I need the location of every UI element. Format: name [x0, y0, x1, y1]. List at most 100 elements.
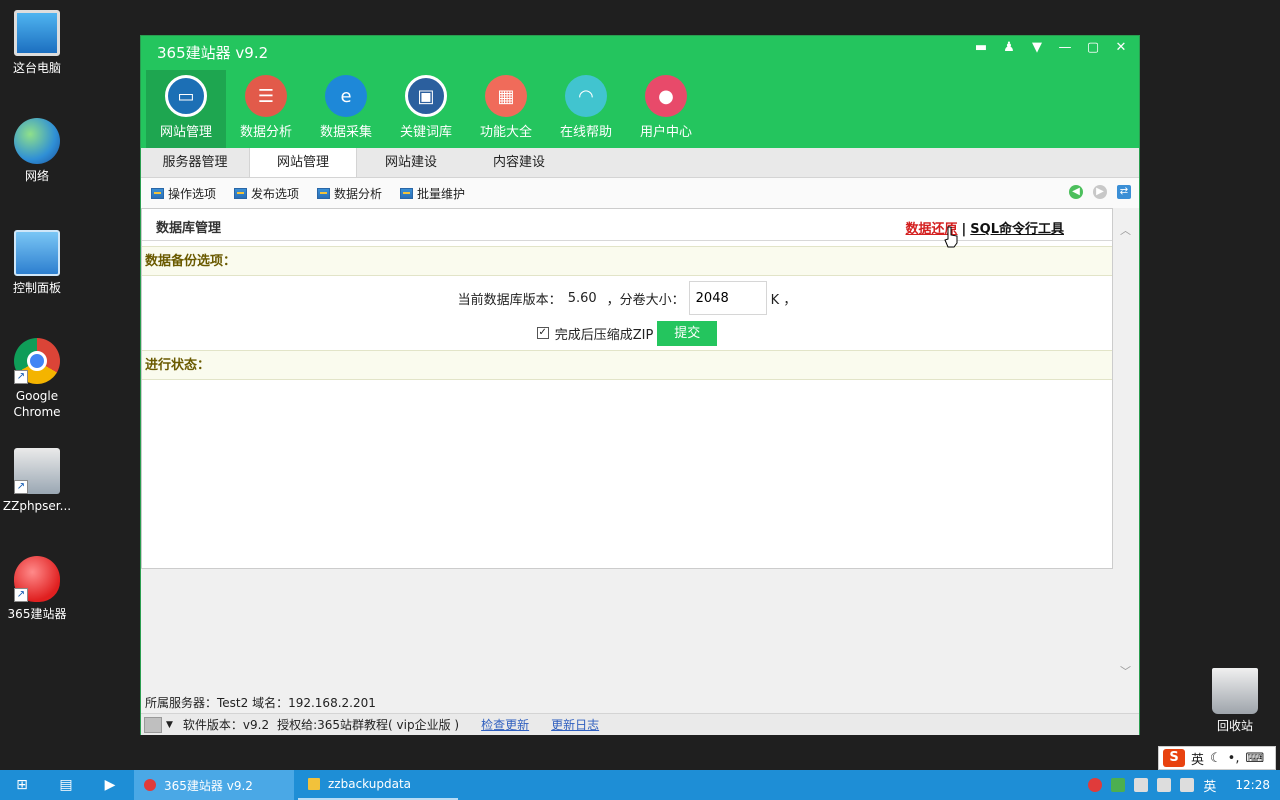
close-icon[interactable]: ✕: [1113, 40, 1129, 55]
toolbar-data-analysis[interactable]: 数据分析: [317, 185, 382, 202]
file-explorer-taskbar-icon[interactable]: ▤: [44, 770, 88, 800]
moon-icon[interactable]: ☾: [1210, 751, 1222, 766]
menu-icon[interactable]: ▼: [1029, 40, 1045, 55]
taskbar-app-365[interactable]: 365建站器 v9.2: [134, 770, 294, 800]
settings-gear-icon[interactable]: [144, 716, 162, 733]
zzphpserver-icon: ↗: [14, 448, 60, 494]
volume-unit: K ，: [770, 292, 797, 308]
network-tray-icon[interactable]: [1157, 778, 1172, 792]
scroll-up-icon[interactable]: ︿: [1120, 222, 1131, 238]
chrome-icon: ↗: [14, 338, 60, 384]
nav-item-user-center[interactable]: ● 用户中心: [626, 70, 706, 148]
desktop-icon-chrome[interactable]: ↗ Google Chrome: [2, 338, 72, 420]
nav-label: 在线帮助: [559, 125, 612, 140]
speaker-muted-icon[interactable]: [1134, 778, 1149, 792]
toolbar-operation-options[interactable]: 操作选项: [151, 185, 216, 202]
toolbar-publish-options[interactable]: 发布选项: [234, 185, 299, 202]
apple-tray-icon[interactable]: [1088, 778, 1103, 792]
toolbar-item-icon: [234, 187, 248, 199]
apple-icon: [144, 779, 156, 791]
submit-button[interactable]: 提交: [657, 320, 718, 346]
check-update-link[interactable]: 检查更新: [481, 716, 529, 733]
ie-icon: e: [325, 75, 367, 117]
desktop-icon-this-pc[interactable]: 这台电脑: [2, 10, 72, 76]
desktop-icon-network[interactable]: 网络: [2, 118, 72, 184]
computer-icon: [14, 10, 60, 56]
taskbar-folder-zzbackupdata[interactable]: zzbackupdata: [298, 770, 458, 800]
grid-icon: ▦: [485, 75, 527, 117]
nav-label: 关键词库: [399, 125, 452, 140]
nav-item-keyword-lib[interactable]: ▣ 关键词库: [386, 70, 466, 148]
shortcut-arrow-icon: ↗: [14, 370, 28, 384]
tray-lang[interactable]: 英: [1203, 776, 1216, 795]
shirt-icon[interactable]: ♟: [1001, 40, 1017, 55]
toolbar-label: 数据分析: [334, 186, 383, 201]
sub-tabs: 服务器管理 网站管理 网站建设 内容建设: [141, 148, 1139, 178]
nav-item-site-manage[interactable]: ▭ 网站管理: [146, 70, 226, 148]
main-nav: ▭ 网站管理 ☰ 数据分析 e 数据采集 ▣ 关键词库 ▦ 功能大全 ◠ 在线帮…: [146, 70, 706, 148]
shield-tray-icon[interactable]: [1111, 778, 1126, 792]
minimize-icon[interactable]: —: [1057, 40, 1073, 55]
toolbar: 操作选项 发布选项 数据分析 批量维护 ◀ ▶ ⇄: [141, 178, 1139, 208]
volume-size-label: ，分卷大小：: [606, 292, 685, 308]
desktop-icon-control-panel[interactable]: 控制面板: [2, 230, 72, 296]
desktop-icon-label: Google Chrome: [13, 389, 61, 419]
sql-tool-link[interactable]: SQL命令行工具: [970, 222, 1064, 237]
keyboard-icon[interactable]: ⌨: [1245, 751, 1264, 766]
chat-icon[interactable]: ▬: [973, 40, 989, 55]
system-tray: 英 12:28: [1088, 776, 1280, 795]
database-icon: ☰: [245, 75, 287, 117]
maximize-icon[interactable]: ▢: [1085, 40, 1101, 55]
taskbar-app-label: 365建站器 v9.2: [164, 778, 253, 793]
server-info: 所属服务器：Test2 域名：192.168.2.201: [145, 696, 376, 710]
shortcut-arrow-icon: ↗: [14, 480, 28, 494]
toolbar-label: 批量维护: [417, 186, 466, 201]
desktop-icon-label: 网络: [24, 169, 49, 183]
control-panel-icon: [14, 230, 60, 276]
backup-form-row: 当前数据库版本： 5.60 ，分卷大小： K ，: [142, 276, 1112, 320]
headset-icon: ◠: [565, 75, 607, 117]
forward-icon[interactable]: ▶: [1093, 185, 1107, 199]
nav-label: 功能大全: [479, 125, 532, 140]
desktop-icon-recycle-bin[interactable]: 回收站: [1200, 668, 1270, 734]
app-title: 365建站器 v9.2: [157, 44, 269, 62]
ime-lang[interactable]: 英: [1191, 749, 1204, 768]
zip-row: ✓ 完成后压缩成ZIP 提交: [142, 320, 1112, 346]
app-window: 365建站器 v9.2 ▬ ♟ ▼ — ▢ ✕ ▭ 网站管理 ☰ 数据分析 e …: [140, 35, 1140, 735]
tab-site-build[interactable]: 网站建设: [357, 148, 465, 177]
tab-site-manage[interactable]: 网站管理: [249, 148, 357, 177]
punctuation-icon[interactable]: •,: [1228, 751, 1240, 766]
toolbar-batch-maintain[interactable]: 批量维护: [400, 185, 465, 202]
content-title: 数据库管理: [156, 221, 222, 236]
tab-content-build[interactable]: 内容建设: [465, 148, 573, 177]
nav-item-data-collect[interactable]: e 数据采集: [306, 70, 386, 148]
desktop-icon-label: ZZphpser...: [2, 499, 72, 513]
changelog-link[interactable]: 更新日志: [551, 716, 599, 733]
zip-checkbox[interactable]: ✓: [536, 327, 549, 339]
display-tray-icon[interactable]: [1180, 778, 1195, 792]
nav-label: 用户中心: [639, 125, 692, 140]
nav-item-data-analysis[interactable]: ☰ 数据分析: [226, 70, 306, 148]
start-button[interactable]: ⊞: [0, 770, 44, 800]
toolbar-item-icon: [317, 187, 331, 199]
nav-item-online-help[interactable]: ◠ 在线帮助: [546, 70, 626, 148]
nav-item-features[interactable]: ▦ 功能大全: [466, 70, 546, 148]
desktop-icon-label: 365建站器: [7, 607, 67, 621]
clock[interactable]: 12:28: [1235, 778, 1270, 792]
powershell-taskbar-icon[interactable]: ▶: [88, 770, 132, 800]
db-version-label: 当前数据库版本：: [457, 292, 562, 308]
progress-status-heading: 进行状态：: [142, 350, 1112, 380]
vertical-scrollbar[interactable]: ︿ ﹀: [1113, 208, 1139, 678]
refresh-icon[interactable]: ⇄: [1117, 185, 1131, 199]
content-panel: 数据库管理 数据还原 | SQL命令行工具 数据备份选项： 当前数据库版本： 5.6…: [141, 208, 1113, 569]
chevron-down-icon[interactable]: ▼: [166, 720, 173, 730]
back-icon[interactable]: ◀: [1069, 185, 1083, 199]
ime-toolbar[interactable]: S 英 ☾ •, ⌨: [1158, 746, 1276, 770]
desktop-icon-zzphpserver[interactable]: ↗ ZZphpser...: [2, 448, 72, 514]
desktop-icon-365[interactable]: ↗ 365建站器: [2, 556, 72, 622]
network-icon: [14, 118, 60, 164]
volume-size-input[interactable]: [688, 281, 767, 315]
tab-server-manage[interactable]: 服务器管理: [141, 148, 249, 177]
license-info: 授权给:365站群教程( vip企业版 ): [277, 718, 460, 732]
scroll-down-icon[interactable]: ﹀: [1120, 663, 1131, 679]
